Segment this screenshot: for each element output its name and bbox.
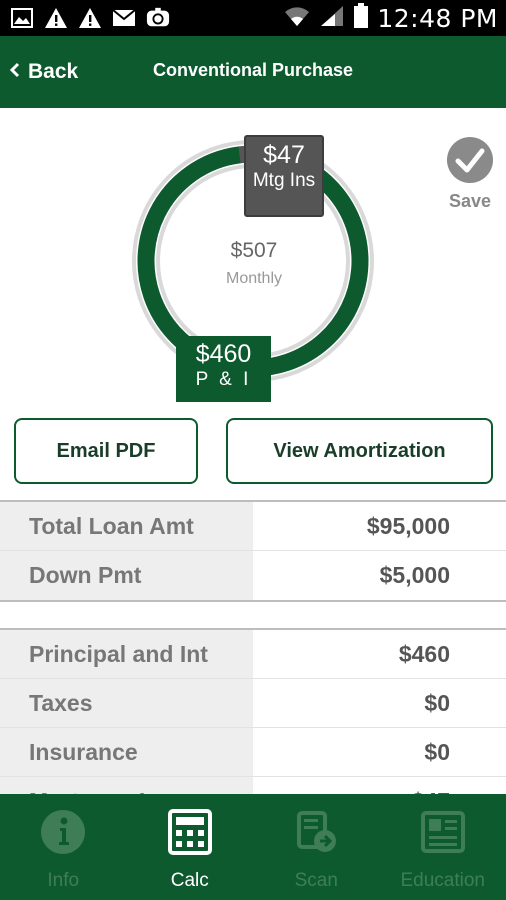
loan-table: Total Loan Amt $95,000 Down Pmt $5,000 [0,500,506,602]
table-row: Taxes $0 [0,679,506,728]
mail-icon [112,7,136,29]
nav-item-info[interactable]: Info [0,794,127,900]
voicemail-icon [146,7,170,29]
payment-summary: $507 Monthly $47 Mtg Ins $460 P & I Save [0,108,506,414]
mtg-ins-label: Mtg Ins [252,170,316,191]
table-row: Down Pmt $5,000 [0,551,506,600]
page-title: Conventional Purchase [152,60,354,80]
nav-item-education[interactable]: Education [380,794,506,900]
view-amortization-button[interactable]: View Amortization [226,418,493,484]
system-icons: 12:48 PM [283,3,498,34]
row-value: $95,000 [253,502,506,550]
nav-item-calc[interactable]: Calc [127,794,254,900]
row-value: $460 [253,630,506,678]
warning-icon [44,7,68,29]
signal-icon [319,4,345,33]
info-icon [40,808,86,856]
nav-label-info: Info [47,870,80,891]
nav-label-calc: Calc [170,870,209,891]
save-button[interactable]: Save [444,136,496,212]
mtg-ins-amount: $47 [263,141,305,169]
table-row: Insurance $0 [0,728,506,777]
table-row: Total Loan Amt $95,000 [0,502,506,551]
principal-int-amount: $460 [195,340,252,368]
wifi-icon [283,4,311,33]
monthly-label: Monthly [225,270,283,287]
principal-int-callout: $460 P & I [176,336,271,402]
warning-icon [78,7,102,29]
checkmark-icon [446,137,494,188]
row-label: Taxes [0,679,253,727]
clock-time: 12:48 PM [377,4,498,33]
nav-label-education: Education [400,870,485,891]
save-label: Save [448,191,492,211]
scan-icon [293,808,339,856]
monthly-amount: $507 [230,239,278,262]
row-label: Down Pmt [0,551,253,600]
row-value: $5,000 [253,551,506,600]
row-value: $0 [253,728,506,776]
row-value: $0 [253,679,506,727]
bottom-nav: Info Calc Scan Education [0,794,506,900]
education-icon [420,808,466,856]
calculator-icon [167,808,212,856]
table-row: Principal and Int $460 [0,630,506,679]
notification-icons [10,7,170,29]
row-label: Insurance [0,728,253,776]
principal-int-label: P & I [195,369,252,390]
status-bar: 12:48 PM [0,0,506,36]
battery-icon [353,3,369,34]
row-label: Principal and Int [0,630,253,678]
app-header: Back Conventional Purchase [0,36,506,108]
row-label: Total Loan Amt [0,502,253,550]
email-pdf-button[interactable]: Email PDF [14,418,198,484]
mtg-ins-callout: $47 Mtg Ins [244,135,324,217]
nav-item-scan[interactable]: Scan [253,794,380,900]
gallery-icon [10,7,34,29]
nav-label-scan: Scan [294,870,338,891]
